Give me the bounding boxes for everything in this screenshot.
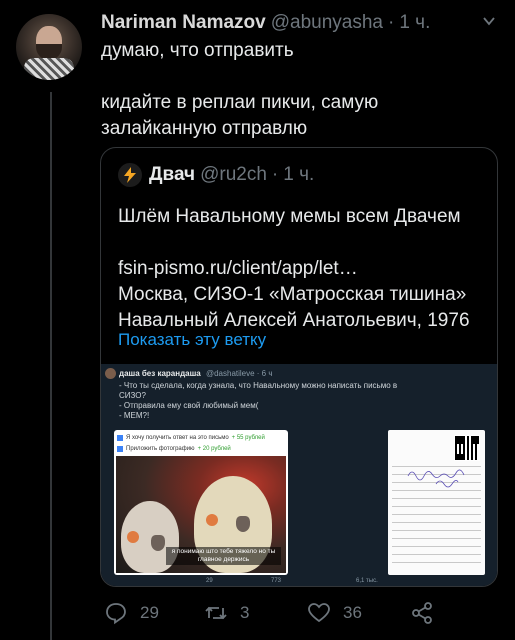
show-thread-link[interactable]: Показать эту ветку: [118, 330, 266, 350]
cockatiel-photo: я понимаю што тебе тяжело но ты главное …: [116, 456, 286, 573]
tweet-header: Nariman Namazov @abunyasha · 1 ч.: [101, 12, 495, 36]
retweet-icon: [205, 606, 227, 620]
share-icon: [412, 602, 432, 624]
letter-scan: [388, 430, 485, 575]
media-avatar: [105, 368, 116, 379]
thread-line: [50, 92, 52, 640]
tweet-actions: 29 3 36: [100, 598, 500, 628]
checkbox-row-answer: Я хочу получить ответ на это письмо + 55…: [117, 432, 285, 443]
checkbox-row-photo: Приложить фотографию + 20 рублей: [117, 443, 285, 454]
checkbox-icon: [117, 434, 123, 441]
like-button[interactable]: 36: [307, 598, 362, 628]
media-likes: 6,1 тыс.: [356, 578, 378, 584]
media-line-3: - МЕМ?!: [119, 411, 150, 420]
media-text: - Что ты сделала, когда узнала, что Нава…: [119, 381, 419, 421]
quoted-tweet[interactable]: Двач @ru2ch · 1 ч. Шлём Навальному мемы …: [100, 147, 498, 587]
media-author-name: даша без карандаша: [119, 369, 201, 378]
media-line-1: - Что ты сделала, когда узнала, что Нава…: [119, 381, 398, 400]
quote-time: 1 ч.: [283, 164, 315, 185]
quote-media-image[interactable]: даша без карандаша @dashatileve · 6 ч - …: [101, 364, 497, 586]
quote-author-name: Двач: [149, 164, 196, 185]
heart-icon: [308, 603, 330, 623]
checkbox-icon: [117, 445, 123, 452]
separator-dot: ·: [271, 164, 279, 185]
quote-author-handle: @ru2ch: [200, 164, 267, 185]
quote-avatar: [118, 163, 142, 187]
like-count: 36: [343, 603, 362, 622]
reply-icon: [106, 603, 126, 625]
share-button[interactable]: [410, 598, 446, 628]
handwriting-signature: [407, 469, 465, 488]
retweet-button[interactable]: 3: [204, 598, 249, 628]
reply-count: 29: [140, 603, 159, 622]
tweet-text: думаю, что отправить кидайте в реплаи пи…: [101, 40, 379, 139]
avatar[interactable]: [16, 14, 82, 80]
lightning-icon: [124, 167, 136, 183]
author-handle[interactable]: @abunyasha: [271, 12, 383, 34]
quote-link-text[interactable]: fsin-pismo.ru/client/app/let…: [118, 256, 490, 282]
form-screenshot: Я хочу получить ответ на это письмо + 55…: [114, 430, 288, 575]
quote-text: Шлём Навальному мемы всем Двачем fsin-pi…: [118, 204, 490, 334]
chevron-down-icon[interactable]: [482, 14, 496, 28]
quote-line-3: Москва, СИЗО-1 «Матросская тишина»: [118, 284, 467, 305]
author-name[interactable]: Nariman Namazov: [101, 12, 266, 34]
separator-dot: ·: [388, 12, 395, 33]
reply-button[interactable]: 29: [104, 598, 159, 628]
retweet-count: 3: [240, 603, 250, 622]
qr-code-icon: [454, 435, 480, 461]
quote-header: Двач @ru2ch · 1 ч.: [118, 163, 314, 187]
tweet-time[interactable]: 1 ч.: [399, 12, 430, 34]
media-actions: 29 773 6,1 тыс.: [101, 578, 497, 586]
quote-line-1: Шлём Навальному мемы всем Двачем: [118, 206, 461, 227]
media-line-2: - Отправила ему свой любимый мем(: [119, 401, 259, 410]
media-author-handle: @dashatileve · 6 ч: [205, 369, 273, 378]
media-replies: 29: [206, 578, 213, 584]
media-retweets: 773: [271, 578, 282, 584]
meme-caption: я понимаю што тебе тяжело но ты главное …: [166, 547, 281, 565]
media-header: даша без карандаша @dashatileve · 6 ч: [119, 369, 273, 378]
